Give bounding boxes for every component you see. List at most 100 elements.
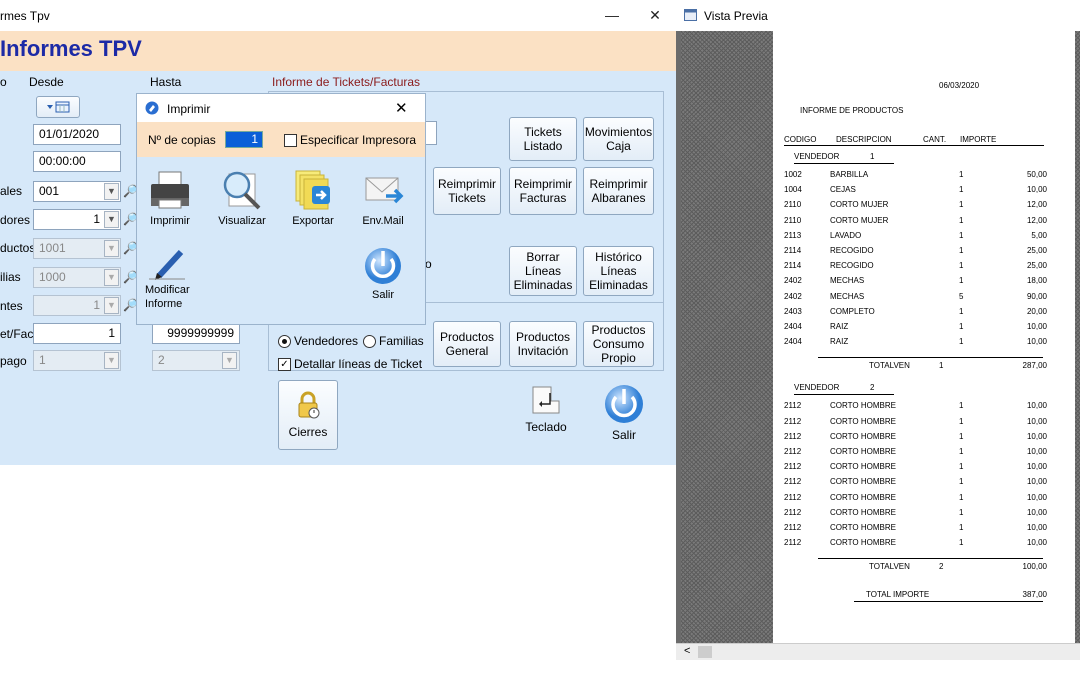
ticket-hasta-input[interactable]: 9999999999 — [152, 323, 240, 344]
detallar-label: Detallar líneas de Ticket — [294, 357, 423, 371]
chevron-down-icon[interactable]: ▼ — [104, 240, 119, 257]
productos-label: ductos — [0, 241, 36, 255]
tickets-listado-button[interactable]: Tickets Listado — [509, 117, 577, 161]
productos-invitacion-button[interactable]: Productos Invitación — [509, 321, 577, 367]
row-quantity: 1 — [959, 306, 964, 316]
report-row: 2112 CORTO HOMBRE 1 10,00 — [773, 508, 1075, 523]
dialog-close-button[interactable]: ✕ — [395, 99, 408, 117]
row-amount: 25,00 — [1026, 246, 1047, 255]
row-amount: 90,00 — [1026, 291, 1047, 301]
exportar-button[interactable]: Exportar — [285, 168, 341, 227]
row-description: CEJAS — [830, 185, 856, 195]
horizontal-scrollbar[interactable]: < — [676, 643, 1080, 661]
report-rule — [784, 145, 1044, 146]
row-quantity: 1 — [959, 200, 964, 210]
productos-general-button[interactable]: Productos General — [433, 321, 501, 367]
pago-desde-value: 1 — [39, 353, 46, 367]
row-amount: 10,00 — [1026, 337, 1047, 347]
row-description: CORTO HOMBRE — [830, 523, 896, 532]
cierres-button[interactable]: Cierres — [278, 380, 338, 450]
chevron-down-icon[interactable]: ▼ — [104, 297, 119, 314]
row-code: 2402 — [784, 276, 802, 286]
row-quantity: 1 — [959, 507, 964, 517]
visualizar-button[interactable]: Visualizar — [213, 168, 271, 227]
app-icon — [684, 9, 697, 21]
radio-vendedores[interactable]: Vendedores — [278, 334, 358, 348]
row-code: 1002 — [784, 170, 802, 179]
row-amount: 10,00 — [1026, 416, 1047, 426]
forma-pago-label: pago — [0, 354, 27, 368]
group-total-number: 2 — [939, 562, 944, 572]
scroll-thumb[interactable] — [698, 646, 712, 658]
chevron-down-icon[interactable]: ▼ — [104, 269, 119, 286]
movimientos-caja-button[interactable]: Movimientos Caja — [583, 117, 654, 161]
printer-icon — [151, 171, 189, 209]
report-row: 2110 CORTO MUJER 1 12,00 — [773, 200, 1075, 215]
chevron-down-icon[interactable]: ▼ — [104, 352, 119, 369]
pago-hasta-value: 2 — [158, 353, 165, 367]
row-description: CORTO HOMBRE — [830, 462, 896, 472]
row-amount: 25,00 — [1026, 261, 1047, 271]
copies-input[interactable]: 1 — [225, 131, 263, 148]
ticket-desde-input[interactable]: 1 — [33, 323, 121, 344]
chevron-down-icon[interactable]: ▼ — [104, 183, 119, 200]
row-description: RECOGIDO — [830, 261, 874, 271]
row-amount: 12,00 — [1026, 215, 1047, 225]
historico-lineas-button[interactable]: Histórico Líneas Eliminadas — [583, 246, 654, 296]
calendar-button[interactable] — [36, 96, 80, 118]
chevron-down-icon[interactable]: ▼ — [104, 211, 119, 228]
row-description: CORTO MUJER — [830, 200, 889, 210]
specify-printer-checkbox[interactable]: Especificar Impresora — [284, 133, 416, 147]
scroll-left-button[interactable]: < — [684, 645, 690, 657]
row-description: MECHAS — [830, 276, 865, 286]
desde-date-input[interactable]: 01/01/2020 — [33, 124, 121, 145]
hidden-text-edge: o — [425, 257, 432, 271]
search-icon[interactable]: 🔎 — [123, 296, 138, 314]
group-total-amount: 287,00 — [1022, 361, 1047, 371]
calendar-icon — [47, 101, 70, 113]
report-row: 2113 LAVADO 1 5,00 — [773, 231, 1075, 246]
power-icon — [605, 385, 643, 423]
salir-button[interactable]: Salir — [598, 383, 650, 445]
reimprimir-facturas-button[interactable]: Reimprimir Facturas — [509, 167, 577, 215]
reimprimir-albaranes-button[interactable]: Reimprimir Albaranes — [583, 167, 654, 215]
radio-vendedores-label: Vendedores — [294, 334, 359, 348]
row-quantity: 5 — [959, 291, 964, 301]
close-button[interactable]: ✕ — [640, 4, 670, 26]
modificar-informe-button[interactable]: Modificar Informe — [145, 246, 207, 311]
dialog-salir-button[interactable]: Salir — [355, 246, 411, 301]
report-row: 2404 RAIZ 1 10,00 — [773, 322, 1075, 337]
clientes-value: 1 — [93, 298, 100, 312]
preview-title-bar: Vista Previa — [676, 0, 1080, 31]
row-quantity: 1 — [959, 246, 964, 255]
report-row: 2114 RECOGIDO 1 25,00 — [773, 261, 1075, 276]
row-quantity: 1 — [959, 230, 964, 240]
chevron-down-icon[interactable]: ▼ — [222, 352, 237, 369]
search-icon[interactable]: 🔎 — [123, 239, 138, 257]
teclado-button[interactable]: Teclado — [520, 383, 572, 445]
search-icon[interactable]: 🔎 — [123, 268, 138, 286]
row-amount: 10,00 — [1026, 477, 1047, 487]
detallar-checkbox[interactable]: ✓ Detallar líneas de Ticket — [278, 357, 422, 371]
report-row: 2112 CORTO HOMBRE 1 10,00 — [773, 538, 1075, 553]
search-icon[interactable]: 🔎 — [123, 210, 138, 228]
checkbox-checked-icon: ✓ — [278, 357, 291, 371]
productos-consumo-button[interactable]: Productos Consumo Propio — [583, 321, 654, 367]
pencil-icon — [149, 249, 185, 280]
borrar-lineas-button[interactable]: Borrar Líneas Eliminadas — [509, 246, 577, 296]
search-icon[interactable]: 🔎 — [123, 182, 138, 200]
imprimir-button[interactable]: Imprimir — [145, 168, 195, 227]
report-row: 2112 CORTO HOMBRE 1 10,00 — [773, 417, 1075, 432]
specify-printer-label: Especificar Impresora — [300, 133, 417, 147]
reimprimir-tickets-button[interactable]: Reimprimir Tickets — [433, 167, 501, 215]
minimize-button[interactable]: — — [597, 4, 627, 26]
row-quantity: 1 — [959, 492, 964, 502]
envmail-button[interactable]: Env.Mail — [355, 168, 411, 227]
desde-time-input[interactable]: 00:00:00 — [33, 151, 121, 172]
header-banner: Informes TPV — [0, 31, 676, 71]
radio-familias[interactable]: Familias — [363, 334, 424, 348]
group-total-label: TOTALVEN — [869, 562, 910, 572]
report-rule — [794, 163, 894, 164]
row-code: 2114 — [784, 261, 802, 271]
lock-icon — [298, 391, 320, 419]
